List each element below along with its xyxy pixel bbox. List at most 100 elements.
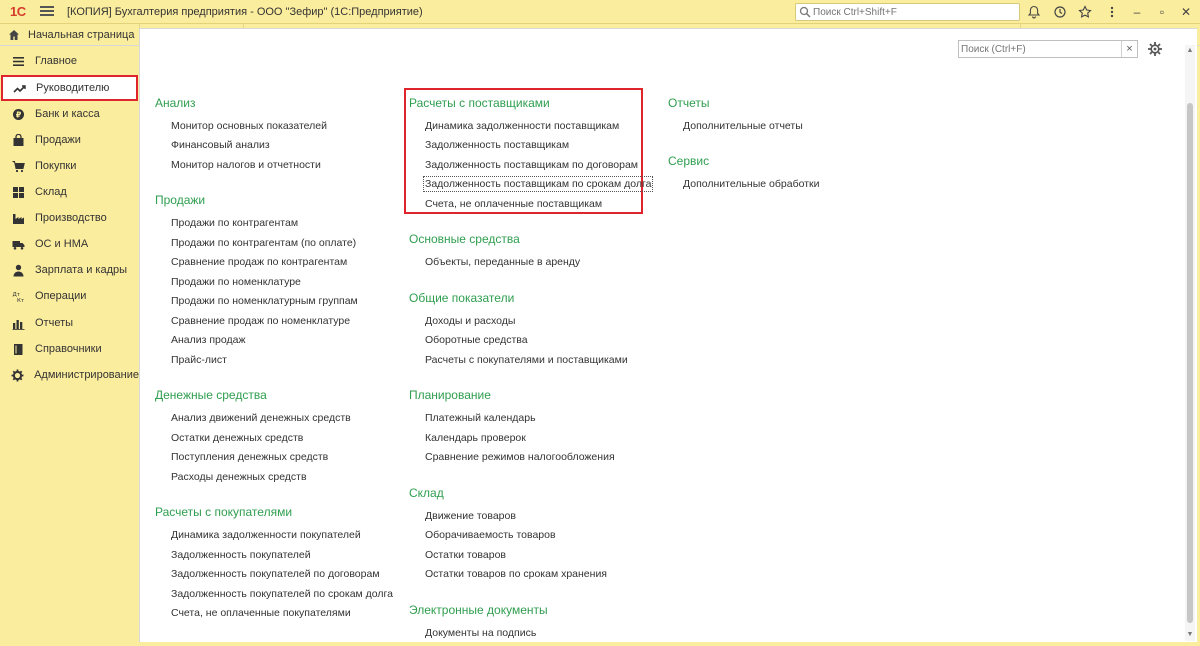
section-service[interactable]: Сервис (668, 154, 709, 168)
report-link[interactable]: Расходы денежных средств (171, 471, 307, 483)
tab-home[interactable]: Начальная страница (0, 24, 139, 46)
report-link[interactable]: Календарь проверок (425, 432, 526, 444)
restore-button[interactable]: ▫ (1153, 3, 1171, 21)
section-cash[interactable]: Денежные средства (155, 388, 267, 402)
star-icon[interactable] (1076, 3, 1094, 21)
report-link[interactable]: Продажи по контрагентам (по оплате) (171, 237, 356, 249)
close-button[interactable]: ✕ (1177, 3, 1195, 21)
report-link[interactable]: Финансовый анализ (171, 139, 270, 151)
sidebar-item-production[interactable]: Производство (0, 205, 139, 231)
report-link[interactable]: Прайс-лист (171, 354, 227, 366)
panel-search-input[interactable] (961, 42, 1117, 56)
report-link[interactable]: Остатки товаров (425, 549, 506, 561)
sidebar-item-label: Руководителю (36, 82, 110, 94)
report-link[interactable]: Движение товаров (425, 510, 516, 522)
report-link[interactable]: Продажи по номенклатурным группам (171, 295, 358, 307)
report-link[interactable]: Динамика задолженности покупателей (171, 529, 361, 541)
main-menu-icon[interactable] (40, 4, 54, 18)
vertical-scrollbar[interactable]: ▲ ▼ (1185, 45, 1195, 641)
global-search-input[interactable] (813, 5, 1013, 19)
section-analysis[interactable]: Анализ (155, 96, 196, 110)
svg-text:₽: ₽ (15, 110, 21, 119)
panel-search[interactable]: × (958, 40, 1138, 58)
scroll-up-arrow-icon[interactable]: ▲ (1186, 47, 1194, 55)
sidebar-item-label: Продажи (35, 134, 81, 146)
report-link[interactable]: Оборотные средства (425, 334, 528, 346)
report-link[interactable]: Дополнительные обработки (683, 178, 819, 190)
sidebar-item-reports[interactable]: Отчеты (0, 310, 139, 336)
sidebar-item-label: Производство (35, 212, 107, 224)
report-link[interactable]: Сравнение продаж по контрагентам (171, 256, 347, 268)
sidebar-item-label: ОС и НМА (35, 238, 89, 250)
report-link[interactable]: Продажи по контрагентам (171, 217, 298, 229)
report-link[interactable]: Платежный календарь (425, 412, 536, 424)
window-title: [КОПИЯ] Бухгалтерия предприятия - ООО "З… (67, 6, 423, 18)
home-icon (9, 30, 19, 40)
section-warehouse[interactable]: Склад (409, 486, 444, 500)
report-link[interactable]: Сравнение режимов налогообложения (425, 451, 615, 463)
report-link[interactable]: Дополнительные отчеты (683, 120, 803, 132)
sidebar-item-operations[interactable]: Дт Кт Операции (0, 283, 139, 309)
report-link[interactable]: Задолженность покупателей по срокам долг… (171, 588, 393, 600)
sidebar-item-label: Банк и касса (35, 108, 100, 120)
bar-chart-icon (11, 316, 25, 330)
report-link-focused[interactable]: Задолженность поставщикам по срокам долг… (422, 176, 654, 192)
report-link[interactable]: Расчеты с покупателями и поставщиками (425, 354, 628, 366)
report-link[interactable]: Монитор основных показателей (171, 120, 327, 132)
report-link[interactable]: Динамика задолженности поставщикам (425, 120, 619, 132)
clear-search-button[interactable]: × (1121, 41, 1137, 57)
section-fixed-assets[interactable]: Основные средства (409, 232, 520, 246)
sidebar-item-payroll[interactable]: Зарплата и кадры (0, 257, 139, 283)
report-link[interactable]: Документы на подпись (425, 627, 536, 639)
report-link[interactable]: Остатки денежных средств (171, 432, 303, 444)
report-link[interactable]: Счета, не оплаченные поставщикам (425, 198, 602, 210)
report-link[interactable]: Сравнение продаж по номенклатуре (171, 315, 350, 327)
section-planning[interactable]: Планирование (409, 388, 491, 402)
more-icon[interactable] (1103, 3, 1121, 21)
bell-icon[interactable] (1025, 3, 1043, 21)
sections-sidebar: Главное Руководителю ₽ Банк и касса Прод… (0, 46, 139, 646)
sidebar-item-bank[interactable]: ₽ Банк и касса (0, 101, 139, 127)
settings-gear-icon[interactable] (1147, 41, 1163, 57)
section-electronic-documents[interactable]: Электронные документы (409, 603, 548, 617)
sidebar-item-sales[interactable]: Продажи (0, 127, 139, 153)
report-link[interactable]: Монитор налогов и отчетности (171, 159, 321, 171)
scroll-down-arrow-icon[interactable]: ▼ (1186, 631, 1194, 639)
minimize-button[interactable]: – (1128, 3, 1146, 21)
sidebar-item-main[interactable]: Главное (0, 48, 139, 74)
report-link[interactable]: Задолженность поставщикам по договорам (425, 159, 638, 171)
sidebar-item-manager[interactable]: Руководителю (1, 75, 138, 101)
trend-icon (12, 81, 26, 95)
report-link[interactable]: Задолженность покупателей (171, 549, 311, 561)
section-reports[interactable]: Отчеты (668, 96, 709, 110)
sidebar-item-administration[interactable]: Администрирование (0, 362, 139, 388)
sidebar-item-purchases[interactable]: Покупки (0, 153, 139, 179)
section-sales[interactable]: Продажи (155, 193, 205, 207)
sidebar-item-warehouse[interactable]: Склад (0, 179, 139, 205)
report-link[interactable]: Задолженность покупателей по договорам (171, 568, 380, 580)
book-icon (11, 342, 25, 356)
sidebar-item-fixed-assets[interactable]: ОС и НМА (0, 231, 139, 257)
report-link[interactable]: Доходы и расходы (425, 315, 515, 327)
report-link[interactable]: Остатки товаров по срокам хранения (425, 568, 607, 580)
section-customer-settlements[interactable]: Расчеты с покупателями (155, 505, 292, 519)
truck-icon (11, 237, 25, 251)
search-icon (799, 6, 811, 18)
sidebar-item-label: Зарплата и кадры (35, 264, 128, 276)
section-supplier-settlements[interactable]: Расчеты с поставщиками (409, 96, 550, 110)
section-general-indicators[interactable]: Общие показатели (409, 291, 514, 305)
report-link[interactable]: Продажи по номенклатуре (171, 276, 301, 288)
report-link[interactable]: Счета, не оплаченные покупателями (171, 607, 351, 619)
report-link[interactable]: Задолженность поставщикам (425, 139, 569, 151)
scrollbar-thumb[interactable] (1187, 103, 1193, 623)
sidebar-item-label: Администрирование (34, 369, 139, 381)
report-link[interactable]: Поступления денежных средств (171, 451, 328, 463)
sidebar-item-label: Отчеты (35, 317, 74, 329)
history-icon[interactable] (1051, 3, 1069, 21)
sidebar-item-catalogs[interactable]: Справочники (0, 336, 139, 362)
report-link[interactable]: Анализ движений денежных средств (171, 412, 351, 424)
report-link[interactable]: Объекты, переданные в аренду (425, 256, 580, 268)
global-search[interactable] (795, 3, 1020, 21)
report-link[interactable]: Оборачиваемость товаров (425, 529, 556, 541)
report-link[interactable]: Анализ продаж (171, 334, 246, 346)
